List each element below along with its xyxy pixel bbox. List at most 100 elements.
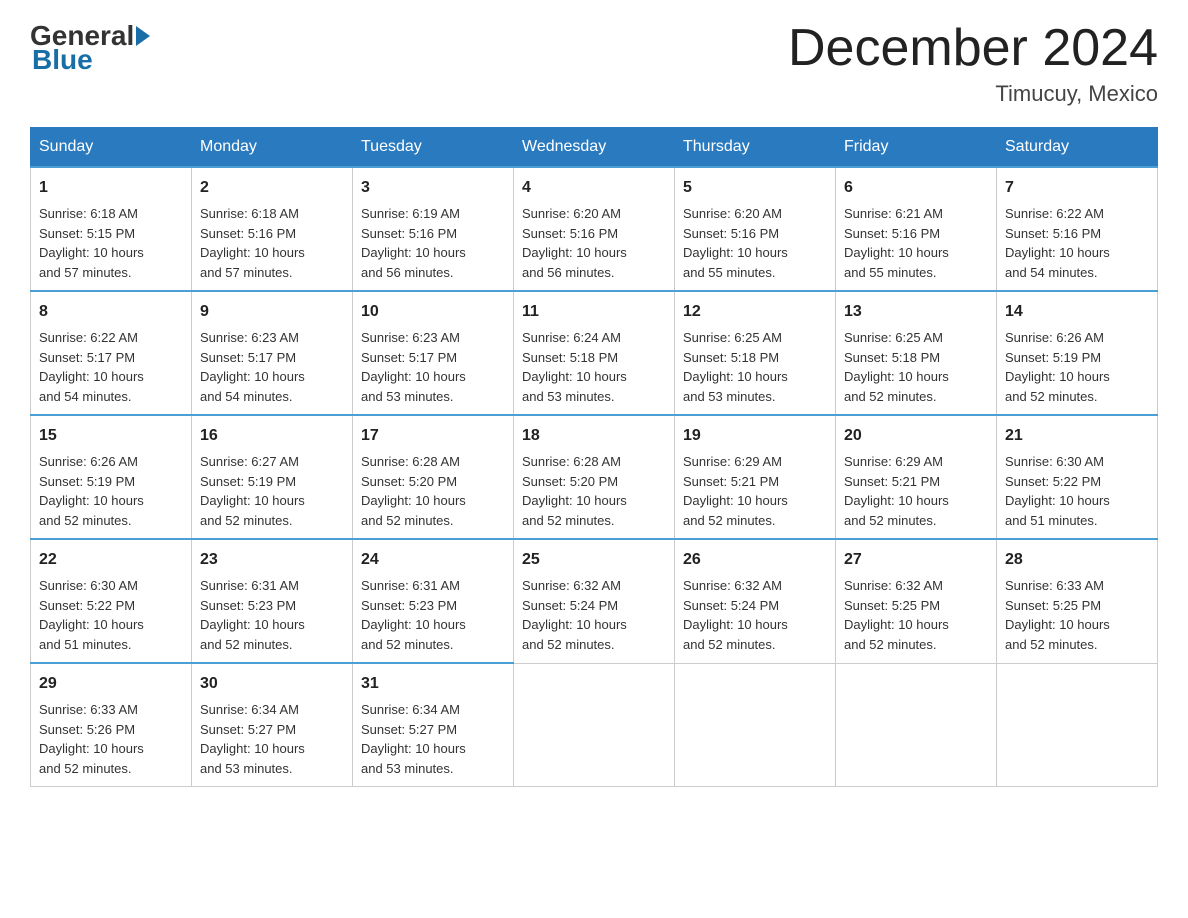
day-info: Sunrise: 6:18 AMSunset: 5:15 PMDaylight:… xyxy=(39,206,144,280)
calendar-cell: 5 Sunrise: 6:20 AMSunset: 5:16 PMDayligh… xyxy=(675,167,836,291)
day-number: 16 xyxy=(200,424,344,448)
week-row-5: 29 Sunrise: 6:33 AMSunset: 5:26 PMDaylig… xyxy=(31,663,1158,787)
day-info: Sunrise: 6:27 AMSunset: 5:19 PMDaylight:… xyxy=(200,454,305,528)
calendar-cell: 22 Sunrise: 6:30 AMSunset: 5:22 PMDaylig… xyxy=(31,539,192,663)
day-number: 20 xyxy=(844,424,988,448)
day-info: Sunrise: 6:30 AMSunset: 5:22 PMDaylight:… xyxy=(1005,454,1110,528)
logo-blue: Blue xyxy=(32,44,93,75)
day-number: 10 xyxy=(361,300,505,324)
day-number: 25 xyxy=(522,548,666,572)
day-info: Sunrise: 6:33 AMSunset: 5:25 PMDaylight:… xyxy=(1005,578,1110,652)
day-info: Sunrise: 6:28 AMSunset: 5:20 PMDaylight:… xyxy=(522,454,627,528)
logo: General Blue xyxy=(30,20,152,76)
calendar-cell: 3 Sunrise: 6:19 AMSunset: 5:16 PMDayligh… xyxy=(353,167,514,291)
day-info: Sunrise: 6:29 AMSunset: 5:21 PMDaylight:… xyxy=(683,454,788,528)
calendar-table: SundayMondayTuesdayWednesdayThursdayFrid… xyxy=(30,127,1158,787)
day-info: Sunrise: 6:33 AMSunset: 5:26 PMDaylight:… xyxy=(39,702,144,776)
calendar-cell: 1 Sunrise: 6:18 AMSunset: 5:15 PMDayligh… xyxy=(31,167,192,291)
column-header-wednesday: Wednesday xyxy=(514,128,675,168)
column-header-thursday: Thursday xyxy=(675,128,836,168)
calendar-cell xyxy=(997,663,1158,787)
logo-arrow-icon xyxy=(136,26,150,46)
week-row-1: 1 Sunrise: 6:18 AMSunset: 5:15 PMDayligh… xyxy=(31,167,1158,291)
calendar-cell: 12 Sunrise: 6:25 AMSunset: 5:18 PMDaylig… xyxy=(675,291,836,415)
day-info: Sunrise: 6:29 AMSunset: 5:21 PMDaylight:… xyxy=(844,454,949,528)
day-info: Sunrise: 6:26 AMSunset: 5:19 PMDaylight:… xyxy=(39,454,144,528)
day-info: Sunrise: 6:32 AMSunset: 5:24 PMDaylight:… xyxy=(522,578,627,652)
day-info: Sunrise: 6:25 AMSunset: 5:18 PMDaylight:… xyxy=(683,330,788,404)
column-header-monday: Monday xyxy=(192,128,353,168)
day-number: 17 xyxy=(361,424,505,448)
day-number: 9 xyxy=(200,300,344,324)
day-number: 19 xyxy=(683,424,827,448)
calendar-cell: 29 Sunrise: 6:33 AMSunset: 5:26 PMDaylig… xyxy=(31,663,192,787)
day-number: 23 xyxy=(200,548,344,572)
calendar-cell: 6 Sunrise: 6:21 AMSunset: 5:16 PMDayligh… xyxy=(836,167,997,291)
calendar-cell: 31 Sunrise: 6:34 AMSunset: 5:27 PMDaylig… xyxy=(353,663,514,787)
calendar-cell: 24 Sunrise: 6:31 AMSunset: 5:23 PMDaylig… xyxy=(353,539,514,663)
day-info: Sunrise: 6:22 AMSunset: 5:16 PMDaylight:… xyxy=(1005,206,1110,280)
day-info: Sunrise: 6:23 AMSunset: 5:17 PMDaylight:… xyxy=(200,330,305,404)
day-info: Sunrise: 6:21 AMSunset: 5:16 PMDaylight:… xyxy=(844,206,949,280)
day-info: Sunrise: 6:19 AMSunset: 5:16 PMDaylight:… xyxy=(361,206,466,280)
day-number: 31 xyxy=(361,672,505,696)
calendar-cell: 17 Sunrise: 6:28 AMSunset: 5:20 PMDaylig… xyxy=(353,415,514,539)
day-number: 15 xyxy=(39,424,183,448)
day-number: 29 xyxy=(39,672,183,696)
week-row-4: 22 Sunrise: 6:30 AMSunset: 5:22 PMDaylig… xyxy=(31,539,1158,663)
day-info: Sunrise: 6:22 AMSunset: 5:17 PMDaylight:… xyxy=(39,330,144,404)
day-number: 27 xyxy=(844,548,988,572)
day-info: Sunrise: 6:26 AMSunset: 5:19 PMDaylight:… xyxy=(1005,330,1110,404)
location-title: Timucuy, Mexico xyxy=(788,81,1158,107)
day-number: 3 xyxy=(361,176,505,200)
page-header: General Blue December 2024 Timucuy, Mexi… xyxy=(30,20,1158,107)
week-row-3: 15 Sunrise: 6:26 AMSunset: 5:19 PMDaylig… xyxy=(31,415,1158,539)
day-info: Sunrise: 6:31 AMSunset: 5:23 PMDaylight:… xyxy=(361,578,466,652)
day-number: 26 xyxy=(683,548,827,572)
day-number: 24 xyxy=(361,548,505,572)
calendar-cell: 10 Sunrise: 6:23 AMSunset: 5:17 PMDaylig… xyxy=(353,291,514,415)
calendar-cell: 14 Sunrise: 6:26 AMSunset: 5:19 PMDaylig… xyxy=(997,291,1158,415)
day-number: 12 xyxy=(683,300,827,324)
week-row-2: 8 Sunrise: 6:22 AMSunset: 5:17 PMDayligh… xyxy=(31,291,1158,415)
calendar-cell: 15 Sunrise: 6:26 AMSunset: 5:19 PMDaylig… xyxy=(31,415,192,539)
calendar-cell: 28 Sunrise: 6:33 AMSunset: 5:25 PMDaylig… xyxy=(997,539,1158,663)
column-header-friday: Friday xyxy=(836,128,997,168)
day-number: 6 xyxy=(844,176,988,200)
day-info: Sunrise: 6:30 AMSunset: 5:22 PMDaylight:… xyxy=(39,578,144,652)
calendar-cell: 13 Sunrise: 6:25 AMSunset: 5:18 PMDaylig… xyxy=(836,291,997,415)
column-header-sunday: Sunday xyxy=(31,128,192,168)
day-number: 1 xyxy=(39,176,183,200)
calendar-cell: 23 Sunrise: 6:31 AMSunset: 5:23 PMDaylig… xyxy=(192,539,353,663)
calendar-body: 1 Sunrise: 6:18 AMSunset: 5:15 PMDayligh… xyxy=(31,167,1158,787)
month-title: December 2024 xyxy=(788,20,1158,77)
column-header-saturday: Saturday xyxy=(997,128,1158,168)
day-number: 28 xyxy=(1005,548,1149,572)
day-number: 18 xyxy=(522,424,666,448)
calendar-cell: 8 Sunrise: 6:22 AMSunset: 5:17 PMDayligh… xyxy=(31,291,192,415)
day-info: Sunrise: 6:25 AMSunset: 5:18 PMDaylight:… xyxy=(844,330,949,404)
day-info: Sunrise: 6:20 AMSunset: 5:16 PMDaylight:… xyxy=(522,206,627,280)
calendar-cell: 11 Sunrise: 6:24 AMSunset: 5:18 PMDaylig… xyxy=(514,291,675,415)
calendar-cell: 26 Sunrise: 6:32 AMSunset: 5:24 PMDaylig… xyxy=(675,539,836,663)
calendar-cell: 27 Sunrise: 6:32 AMSunset: 5:25 PMDaylig… xyxy=(836,539,997,663)
day-info: Sunrise: 6:31 AMSunset: 5:23 PMDaylight:… xyxy=(200,578,305,652)
column-header-tuesday: Tuesday xyxy=(353,128,514,168)
day-info: Sunrise: 6:23 AMSunset: 5:17 PMDaylight:… xyxy=(361,330,466,404)
calendar-header-row: SundayMondayTuesdayWednesdayThursdayFrid… xyxy=(31,128,1158,168)
day-info: Sunrise: 6:28 AMSunset: 5:20 PMDaylight:… xyxy=(361,454,466,528)
day-number: 14 xyxy=(1005,300,1149,324)
day-number: 2 xyxy=(200,176,344,200)
day-number: 22 xyxy=(39,548,183,572)
calendar-cell: 19 Sunrise: 6:29 AMSunset: 5:21 PMDaylig… xyxy=(675,415,836,539)
day-info: Sunrise: 6:24 AMSunset: 5:18 PMDaylight:… xyxy=(522,330,627,404)
day-info: Sunrise: 6:32 AMSunset: 5:25 PMDaylight:… xyxy=(844,578,949,652)
calendar-cell: 21 Sunrise: 6:30 AMSunset: 5:22 PMDaylig… xyxy=(997,415,1158,539)
calendar-cell: 4 Sunrise: 6:20 AMSunset: 5:16 PMDayligh… xyxy=(514,167,675,291)
calendar-cell: 16 Sunrise: 6:27 AMSunset: 5:19 PMDaylig… xyxy=(192,415,353,539)
calendar-cell: 9 Sunrise: 6:23 AMSunset: 5:17 PMDayligh… xyxy=(192,291,353,415)
day-number: 21 xyxy=(1005,424,1149,448)
day-info: Sunrise: 6:32 AMSunset: 5:24 PMDaylight:… xyxy=(683,578,788,652)
title-section: December 2024 Timucuy, Mexico xyxy=(788,20,1158,107)
day-number: 7 xyxy=(1005,176,1149,200)
